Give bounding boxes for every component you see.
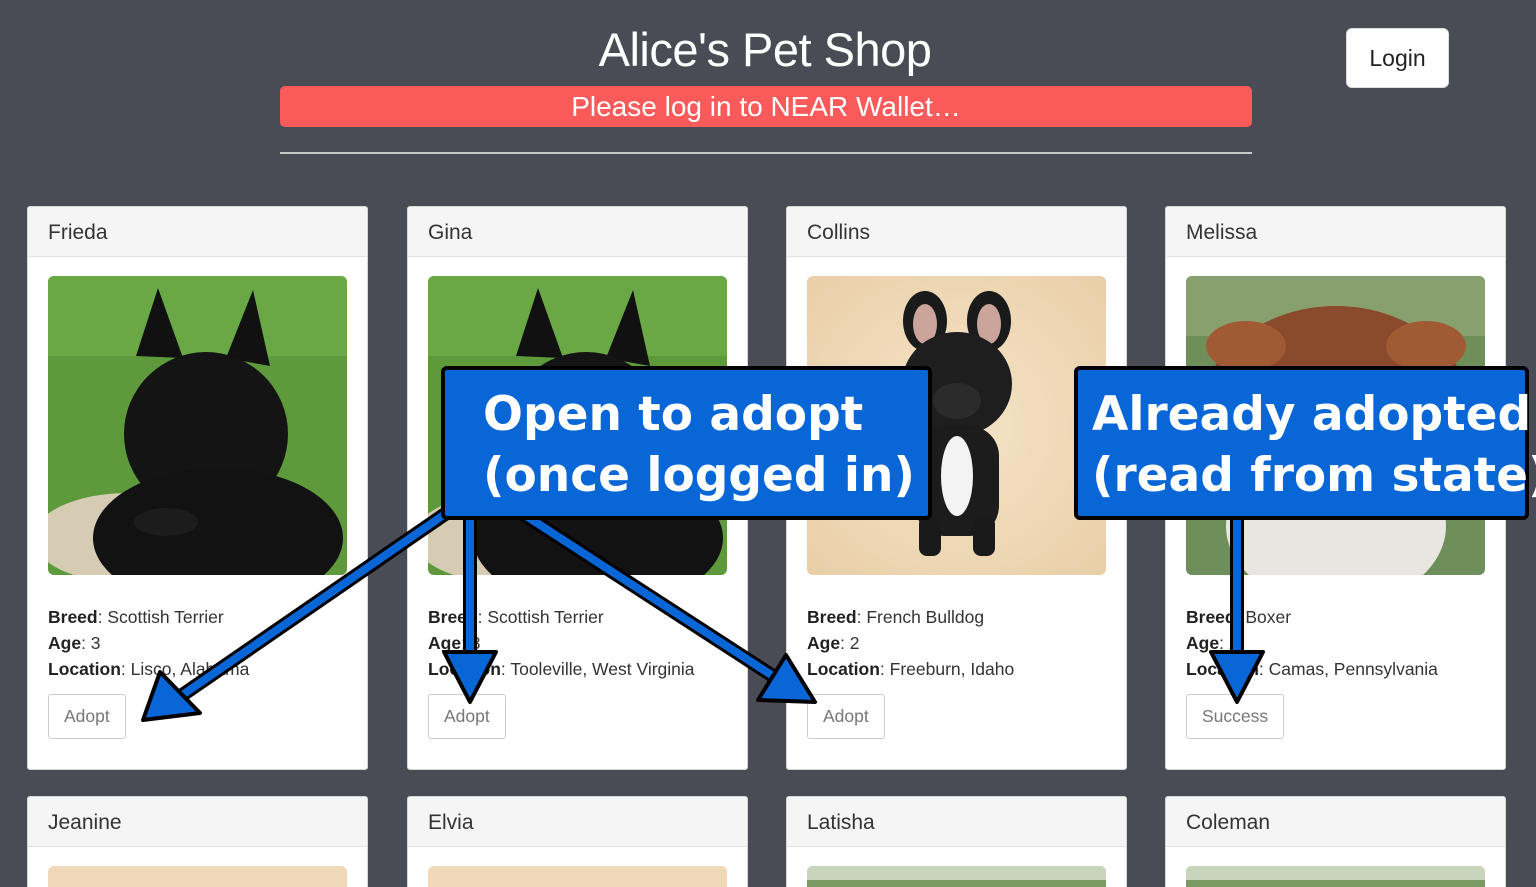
callout-open-line2: (once logged in) [483,448,915,503]
callout-open-line1: Open to adopt [483,387,864,442]
arrowhead [1209,650,1265,704]
callout-adopted-line2: (read from state) [1092,448,1536,503]
callout-open-to-adopt: Open to adopt (once logged in) [441,366,932,520]
callout-already-adopted: Already adopted (read from state) [1074,366,1536,520]
arrowhead [442,650,498,704]
callout-adopted-line1: Already adopted [1092,387,1532,442]
